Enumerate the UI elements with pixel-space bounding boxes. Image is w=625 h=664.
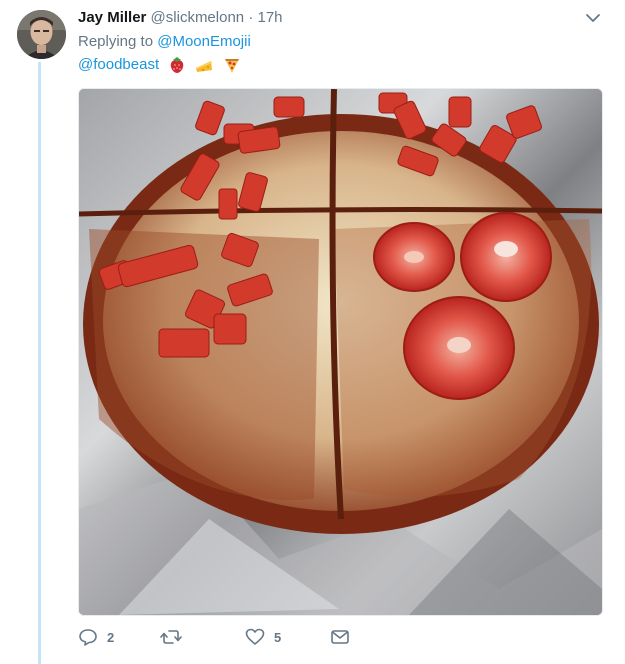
display-name[interactable]: Jay Miller <box>78 9 146 26</box>
heart-icon <box>245 628 265 645</box>
reply-button[interactable]: 2 <box>78 626 114 648</box>
tweet-text: @foodbeast <box>78 55 241 75</box>
timestamp[interactable]: 17h <box>257 9 282 26</box>
pizza-icon <box>224 59 239 74</box>
replying-prefix: Replying to <box>78 33 154 50</box>
retweet-icon <box>160 630 182 644</box>
text-mention-link[interactable]: @foodbeast <box>78 56 159 73</box>
tweet-image[interactable] <box>78 88 603 616</box>
pizza-photo <box>79 89 602 615</box>
like-button[interactable]: 5 <box>245 626 281 648</box>
thread-line <box>38 62 41 664</box>
replying-to-link[interactable]: @MoonEmojii <box>157 33 251 50</box>
direct-message-button[interactable] <box>330 626 350 648</box>
reply-count: 2 <box>107 629 115 645</box>
replying-to: Replying to @MoonEmojii <box>78 32 251 52</box>
envelope-icon <box>331 630 349 644</box>
reply-icon <box>79 629 97 646</box>
separator: · <box>248 9 254 26</box>
like-count: 5 <box>274 629 282 645</box>
chevron-down-icon[interactable] <box>583 10 603 26</box>
tweet-header: Jay Miller @slickmelonn · 17h <box>78 8 605 28</box>
strawberry-icon <box>171 57 184 74</box>
retweet-button[interactable] <box>160 626 191 648</box>
avatar-photo <box>17 10 66 59</box>
avatar[interactable] <box>17 10 66 59</box>
cheese-icon <box>196 61 213 73</box>
tweet-actions: 2 5 <box>78 626 625 648</box>
user-handle[interactable]: @slickmelonn <box>151 9 245 26</box>
